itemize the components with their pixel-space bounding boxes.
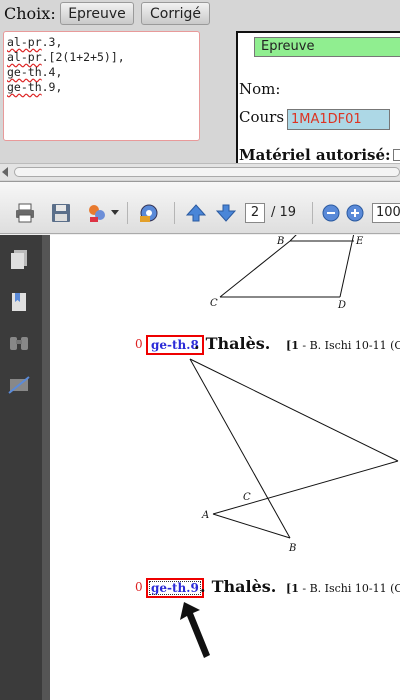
spellcheck-mark: al-pr xyxy=(7,50,42,64)
chevron-down-icon[interactable] xyxy=(110,202,120,224)
exercise-number: 0 xyxy=(135,337,143,351)
code-line: ge-th.4, xyxy=(7,65,196,80)
reference-number: [1 xyxy=(286,339,299,352)
pdf-toolbar: 2 / 19 100 xyxy=(0,182,400,234)
title-text: Thalès. xyxy=(205,334,271,353)
code-text: .9, xyxy=(41,80,63,94)
exercise-number: 0 xyxy=(135,580,143,594)
page-settings-icon[interactable] xyxy=(138,202,160,224)
corrige-button[interactable]: Corrigé xyxy=(141,2,210,25)
choix-label: Choix: xyxy=(4,4,56,23)
code-line: al-pr.3, xyxy=(7,35,196,50)
scrollbar-thumb[interactable] xyxy=(14,167,400,177)
arrow-up-icon[interactable] xyxy=(185,202,207,224)
segment-AE xyxy=(212,460,399,515)
spellcheck-mark: ge-th xyxy=(7,65,42,79)
signature-icon[interactable] xyxy=(7,373,31,397)
code-text: .3, xyxy=(41,35,63,49)
exercise-code-link[interactable]: ge-th.9 xyxy=(146,578,204,598)
page-total: / 19 xyxy=(271,205,297,220)
point-label: C xyxy=(243,492,251,503)
title-text: Thalès. xyxy=(211,577,277,596)
reference-number: [1 xyxy=(286,582,299,595)
spellcheck-mark: al-pr xyxy=(7,35,42,49)
point-label: D xyxy=(180,355,189,358)
exercise-title: . Thalès. xyxy=(200,577,276,596)
epreuve-field[interactable]: Epreuve xyxy=(254,37,400,57)
figure-thales: D C A B xyxy=(180,355,399,554)
arrow-down-icon[interactable] xyxy=(215,202,237,224)
pdf-viewer: 2 / 19 100 B E C D 0 ge-th.8 . Thalès. [… xyxy=(0,181,400,700)
exercise-codes-textarea[interactable]: al-pr.3, al-pr.[2(1+2+5)], ge-th.4, ge-t… xyxy=(3,31,200,141)
page-number-input[interactable]: 2 xyxy=(245,203,265,223)
horizontal-scrollbar[interactable] xyxy=(0,163,400,180)
cours-label: Cours xyxy=(239,108,285,126)
toolbar-separator xyxy=(127,202,128,224)
point-label: A xyxy=(201,510,209,521)
spellcheck-mark: ge-th xyxy=(7,80,42,94)
point-label: E xyxy=(355,236,364,247)
segment-DE xyxy=(189,358,399,462)
zoom-in-icon[interactable] xyxy=(344,202,366,224)
code-line: ge-th.9, xyxy=(7,80,196,95)
epreuve-button[interactable]: Epreuve xyxy=(60,2,134,25)
title-dot: . xyxy=(194,334,200,353)
toolbar-separator xyxy=(312,202,313,224)
title-dot: . xyxy=(200,577,206,596)
figure-parallelogram: B E C D xyxy=(210,235,364,311)
pdf-sidebar xyxy=(0,235,42,700)
code-text: .4, xyxy=(41,65,63,79)
materiel-label: Matériel autorisé: xyxy=(239,146,391,164)
pdf-page: B E C D 0 ge-th.8 . Thalès. [1 - B. Ischi… xyxy=(50,235,400,700)
reference-text: - B. Ischi 10-11 (C xyxy=(298,339,400,352)
segment-extension xyxy=(289,235,297,242)
print-icon[interactable] xyxy=(14,202,36,224)
sidebar-divider[interactable] xyxy=(42,235,50,700)
toolbar-separator xyxy=(174,202,175,224)
point-label: D xyxy=(337,300,346,311)
point-label: B xyxy=(288,543,296,554)
exam-header-panel: Epreuve Nom: Cours 1MA1DF01 Matériel aut… xyxy=(236,31,400,168)
code-text: .[2(1+2+5)], xyxy=(41,50,125,64)
exercise-reference: [1 - B. Ischi 10-11 (C xyxy=(286,582,400,595)
nom-label: Nom: xyxy=(239,80,281,98)
point-label: B xyxy=(276,236,284,247)
binoculars-icon[interactable] xyxy=(7,331,31,355)
segment-DE xyxy=(339,235,355,298)
code-line: al-pr.[2(1+2+5)], xyxy=(7,50,196,65)
cursor-arrow-icon xyxy=(180,602,210,658)
cours-field[interactable]: 1MA1DF01 xyxy=(287,109,390,130)
tools-icon[interactable] xyxy=(86,202,108,224)
materiel-checkbox[interactable] xyxy=(393,149,400,161)
exercise-reference: [1 - B. Ischi 10-11 (C xyxy=(286,339,400,352)
reference-text: - B. Ischi 10-11 (C xyxy=(298,582,400,595)
segment-CB xyxy=(219,240,291,298)
zoom-out-icon[interactable] xyxy=(320,202,342,224)
pages-icon[interactable] xyxy=(7,248,31,272)
exercise-title: . Thalès. xyxy=(194,334,271,353)
point-label: C xyxy=(210,298,218,309)
exam-form: Choix: Epreuve Corrigé al-pr.3, al-pr.[2… xyxy=(0,0,400,168)
save-icon[interactable] xyxy=(50,202,72,224)
scroll-left-icon[interactable] xyxy=(2,167,8,177)
bookmarks-icon[interactable] xyxy=(7,290,31,314)
zoom-input[interactable]: 100 xyxy=(372,203,400,223)
